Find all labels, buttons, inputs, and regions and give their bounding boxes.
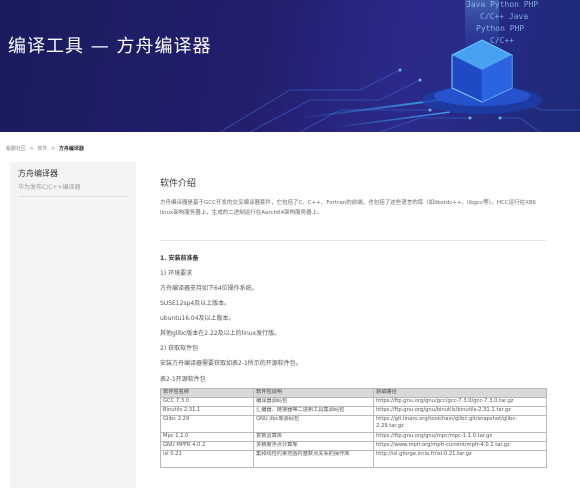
table-header: 软件包说明 [253,388,374,398]
package-name: Glibc 2.29 [160,415,254,433]
sidebar: 方舟编译器 华为发布C/C++编译器 [10,162,136,488]
code-label: Python PHP [476,24,525,33]
sidebar-title[interactable]: 方舟编译器 [18,168,58,179]
env-line: SUSE12sp4及以上版本。 [160,300,231,307]
package-desc: GNU libc库源码包 [253,415,374,433]
table-header-row: 软件包名称 软件包说明 获取路径 [160,388,547,398]
sidebar-divider [18,196,128,197]
breadcrumb-software[interactable]: 软件 [37,146,47,152]
package-url[interactable]: https://ftp.gnu.org/gnu/gcc/gcc-7.3.0/gc… [373,397,547,407]
package-name: Mpc 1.1.0 [160,432,254,442]
table-row: Mpc 1.1.0 复数运算库 https://ftp.gnu.org/gnu/… [160,432,547,442]
breadcrumb-home[interactable]: 鲲鹏社区 [6,146,26,152]
env-line: 其他glibc版本在2.22及以上的linux发行版。 [160,330,281,337]
code-label: Java Python PHP [466,0,539,9]
code-label: C/C++ [490,36,515,45]
install-prep-heading: 1. 安装前准备 [160,255,199,262]
package-url[interactable]: https://ftp.gnu.org/gnu/mpc/mpc-1.1.0.ta… [373,432,547,442]
main-content: 软件介绍 方舟编译器是基于GCC开发的交叉编译器套件，它包括了C、C++、For… [160,176,552,218]
env-requirements-subheading: 1) 环境要求 [160,270,193,277]
package-url[interactable]: https://ftp.gnu.org/gnu/binutils/binutil… [373,406,547,416]
table-row: GCC 7.3.0 编译器源码包 https://ftp.gnu.org/gnu… [160,397,547,407]
code-label: C/C++ Java [480,12,529,21]
package-url[interactable]: https://www.mpfr.org/mpfr-current/mpfr-4… [373,441,547,451]
package-url[interactable]: https://git.linaro.org/toolchain/glibc.g… [373,415,547,433]
table-header: 软件包名称 [160,388,254,398]
package-desc: 集和线性约束范围内整数点关系的操作库 [253,450,374,468]
package-desc: 复数运算库 [253,432,374,442]
breadcrumb-separator: > [51,146,56,152]
env-line: ubuntu16.04及以上版本。 [160,315,235,322]
sidebar-subtitle: 华为发布C/C++编译器 [18,184,81,191]
get-package-text: 安装方舟编译器需要获取如表2-1所示的开源软件包。 [160,360,302,367]
table-row: isl 0.21 集和线性约束范围内整数点关系的操作库 http://isl.g… [160,450,547,468]
banner-title: 编译工具 — 方舟编译器 [8,36,212,57]
env-line: 方舟编译器支持如下64位操作系统。 [160,285,258,292]
table-caption: 表2-1开源软件包 [160,376,206,383]
intro-paragraph: 方舟编译器是基于GCC开发的交叉编译器套件，它包括了C、C++、Fortran的… [160,200,536,216]
package-desc: 汇编器、链接器等二进制工具集源码包 [253,406,374,416]
hero-banner: 编译工具 — 方舟编译器 Java Python PHP C/C++ Java … [0,0,580,132]
table-row: Binutils 2.31.1 汇编器、链接器等二进制工具集源码包 https:… [160,406,547,416]
package-name: GNU MPFR 4.0.2 [160,441,254,451]
get-package-subheading: 2) 获取软件包 [160,345,199,352]
section-heading: 软件介绍 [160,179,197,189]
table-row: GNU MPFR 4.0.2 多精度浮点计算库 https://www.mpfr… [160,441,547,451]
breadcrumb: 鲲鹏社区 > 软件 > 方舟编译器 [6,145,86,152]
package-desc: 编译器源码包 [253,397,374,407]
package-name: isl 0.21 [160,450,254,468]
breadcrumb-separator: > [29,146,34,152]
table-header: 获取路径 [373,388,547,398]
package-url[interactable]: http://isl.gforge.inria.fr/isl-0.21.tar.… [373,450,547,468]
table-row: Glibc 2.29 GNU libc库源码包 https://git.lina… [160,415,547,433]
content-divider [160,240,547,241]
package-name: GCC 7.3.0 [160,397,254,407]
breadcrumb-current: 方舟编译器 [58,146,84,152]
package-name: Binutils 2.31.1 [160,406,254,416]
package-table: 软件包名称 软件包说明 获取路径 GCC 7.3.0 编译器源码包 https:… [160,388,547,468]
package-desc: 多精度浮点计算库 [253,441,374,451]
